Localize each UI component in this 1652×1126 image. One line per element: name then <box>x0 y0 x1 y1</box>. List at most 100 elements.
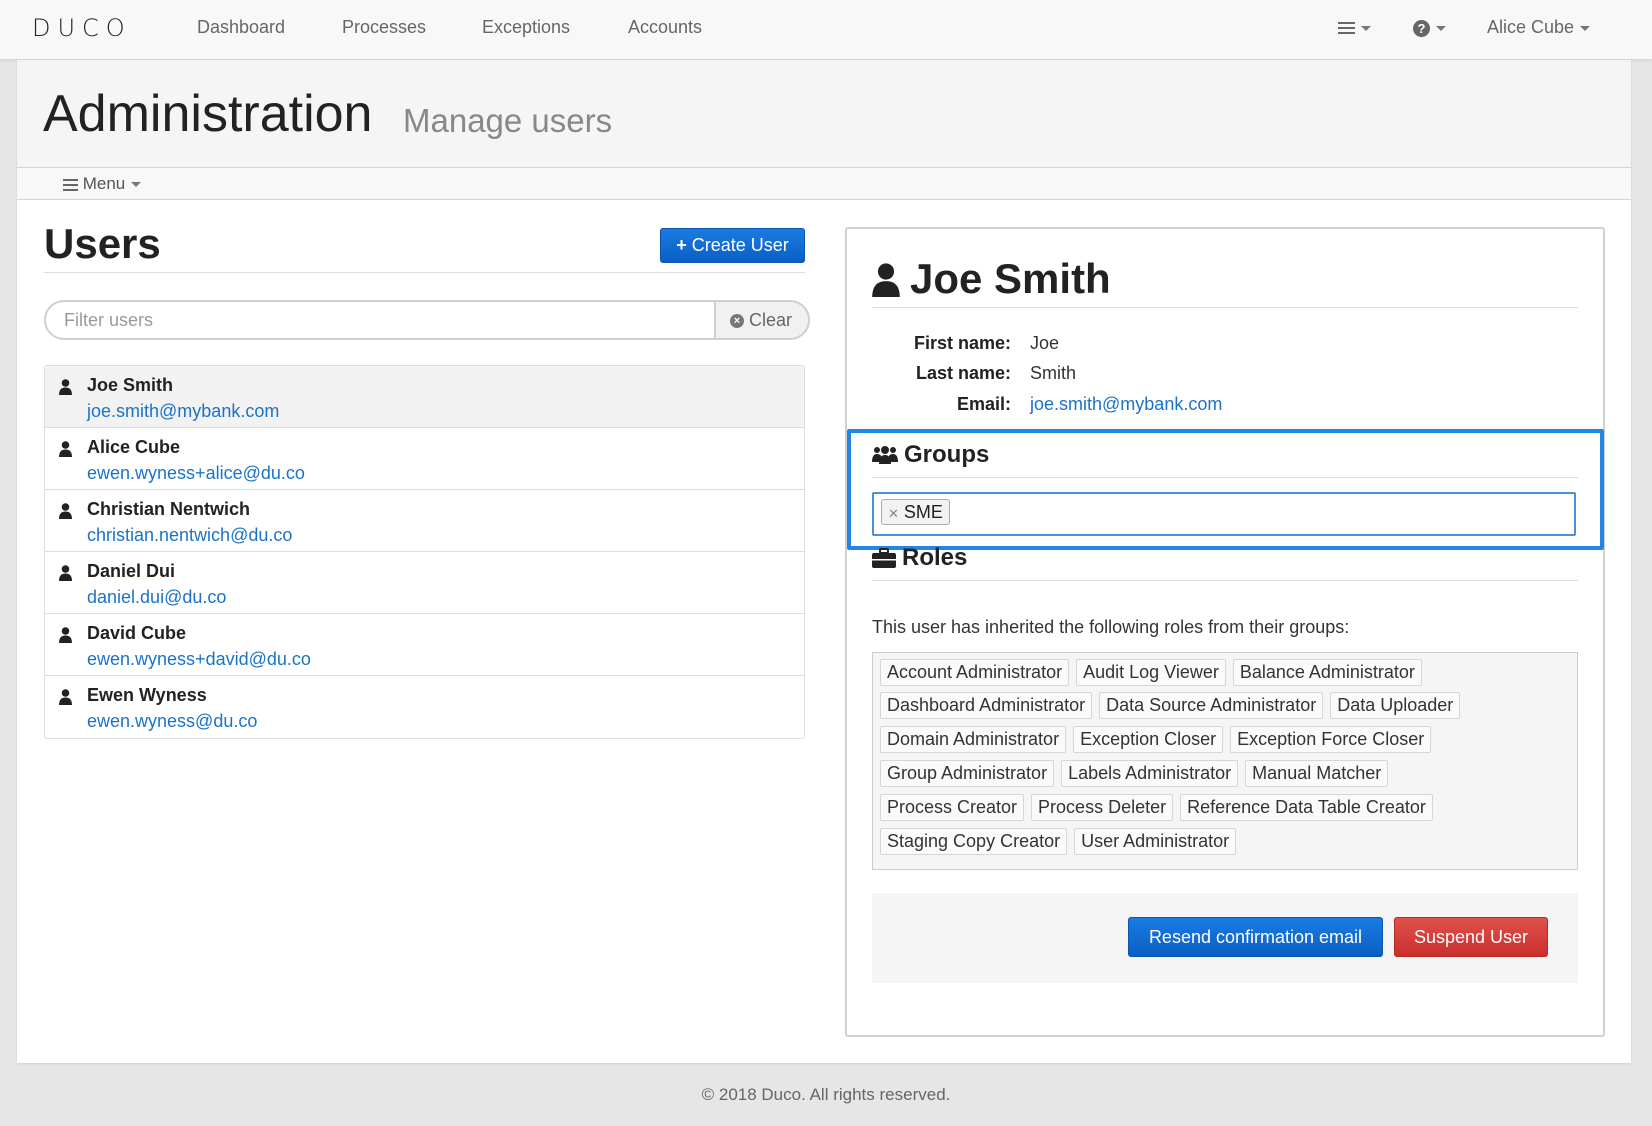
user-icon <box>59 689 72 705</box>
caret-down-icon <box>131 182 142 188</box>
user-detail-panel: Joe Smith First name: Joe Last name: Smi… <box>845 227 1605 1037</box>
caret-down-icon <box>1436 25 1446 31</box>
page-header: Administration Manage users <box>17 60 1631 167</box>
menu-bar: Menu <box>17 167 1631 200</box>
user-list-item[interactable]: Ewen Wyness ewen.wyness@du.co <box>45 676 804 738</box>
last-name-value: Smith <box>1030 363 1077 383</box>
user-list-item[interactable]: Daniel Dui daniel.dui@du.co <box>45 552 804 614</box>
actions-bar: Resend confirmation email Suspend User <box>872 893 1578 983</box>
group-tag: ✕ SME <box>881 499 950 525</box>
groups-section: Groups ✕ SME <box>847 429 1604 550</box>
caret-down-icon <box>1361 25 1371 31</box>
user-icon <box>872 263 900 297</box>
brand-logo[interactable]: DUCO <box>32 14 132 42</box>
filter-users-input[interactable]: Filter users <box>44 300 714 340</box>
hamburger-icon <box>1338 19 1355 37</box>
roles-description: This user has inherited the following ro… <box>872 617 1350 637</box>
role-chip: Labels Administrator <box>1061 760 1239 787</box>
user-icon <box>59 441 72 457</box>
user-list-item[interactable]: Alice Cube ewen.wyness+alice@du.co <box>45 428 804 490</box>
user-email[interactable]: ewen.wyness+alice@du.co <box>87 463 305 484</box>
user-list-item[interactable]: David Cube ewen.wyness+david@du.co <box>45 614 804 676</box>
role-chip: Process Deleter <box>1031 794 1174 821</box>
role-chip: Account Administrator <box>880 659 1070 686</box>
divider <box>872 307 1578 308</box>
user-icon <box>59 565 72 581</box>
menu-dropdown[interactable]: Menu <box>63 174 142 194</box>
user-email[interactable]: joe.smith@mybank.com <box>87 401 279 422</box>
create-user-button[interactable]: + Create User <box>660 228 805 263</box>
user-list: Joe Smith joe.smith@mybank.com Alice Cub… <box>44 365 805 739</box>
resend-confirmation-button[interactable]: Resend confirmation email <box>1128 917 1383 957</box>
role-row: Group Administrator Labels Administrator M… <box>880 760 1395 788</box>
remove-tag-icon[interactable]: ✕ <box>888 506 899 521</box>
user-icon <box>59 627 72 643</box>
role-chip: Data Source Administrator <box>1099 692 1324 719</box>
user-menu-dropdown[interactable]: Alice Cube <box>1487 17 1591 38</box>
menu-label: Menu <box>82 174 126 193</box>
times-circle-icon: × <box>730 314 744 329</box>
nav-processes[interactable]: Processes <box>342 17 426 38</box>
detail-heading: Joe Smith <box>872 255 1111 303</box>
users-icon <box>872 446 898 464</box>
role-row: Staging Copy Creator User Administrator <box>880 828 1243 856</box>
role-chip: Exception Closer <box>1073 726 1224 753</box>
user-name: Alice Cube <box>87 437 181 457</box>
role-row: Dashboard Administrator Data Source Admin… <box>880 692 1467 720</box>
divider <box>872 477 1578 478</box>
role-chip: Staging Copy Creator <box>880 828 1068 855</box>
briefcase-icon <box>872 548 896 568</box>
roles-label: Roles <box>902 544 968 571</box>
create-user-label: Create User <box>691 235 789 255</box>
roles-heading: Roles <box>872 544 967 572</box>
divider <box>44 272 805 273</box>
role-chip: Reference Data Table Creator <box>1180 794 1433 821</box>
user-email[interactable]: daniel.dui@du.co <box>87 587 226 608</box>
users-heading: Users <box>44 220 161 267</box>
user-list-item[interactable]: Joe Smith joe.smith@mybank.com <box>45 366 804 428</box>
role-row: Domain Administrator Exception Closer Exce… <box>880 726 1438 754</box>
user-name: Ewen Wyness <box>87 685 207 705</box>
role-chip: Process Creator <box>880 794 1025 821</box>
plus-icon: + <box>676 235 687 255</box>
user-icon <box>59 503 72 519</box>
user-name: Joe Smith <box>87 375 174 395</box>
page-title: Administration <box>43 85 373 143</box>
question-circle-icon: ? <box>1413 19 1430 37</box>
top-navbar: DUCO Dashboard Processes Exceptions Acco… <box>0 0 1652 60</box>
footer-copyright: © 2018 Duco. All rights reserved. <box>701 1085 951 1104</box>
groups-heading: Groups <box>872 441 989 469</box>
filter-group: Filter users × Clear <box>44 300 810 340</box>
role-chip: Group Administrator <box>880 760 1055 787</box>
group-tag-label: SME <box>903 502 943 522</box>
role-chip: Data Uploader <box>1330 692 1461 719</box>
user-email[interactable]: christian.nentwich@du.co <box>87 525 292 546</box>
user-email[interactable]: ewen.wyness+david@du.co <box>87 649 311 670</box>
role-chip: Manual Matcher <box>1245 760 1389 787</box>
nav-dashboard[interactable]: Dashboard <box>197 17 285 38</box>
user-email[interactable]: ewen.wyness@du.co <box>87 711 257 732</box>
roles-list: Account Administrator Audit Log Viewer Bal… <box>872 652 1578 870</box>
nav-exceptions[interactable]: Exceptions <box>482 17 570 38</box>
detail-user-name: Joe Smith <box>910 255 1111 302</box>
clear-filter-button[interactable]: × Clear <box>714 300 810 340</box>
suspend-user-button[interactable]: Suspend User <box>1394 917 1548 957</box>
email-label: Email: <box>956 394 1011 414</box>
groups-tag-input[interactable]: ✕ SME <box>872 492 1576 536</box>
user-list-item[interactable]: Christian Nentwich christian.nentwich@du… <box>45 490 804 552</box>
first-name-value: Joe <box>1030 333 1060 353</box>
caret-down-icon <box>1580 25 1591 31</box>
divider <box>872 580 1578 581</box>
help-dropdown[interactable]: ? <box>1413 17 1446 38</box>
list-menu-dropdown[interactable] <box>1338 17 1371 38</box>
last-name-label: Last name: <box>915 363 1011 383</box>
email-link[interactable]: joe.smith@mybank.com <box>1030 394 1222 415</box>
user-menu-label: Alice Cube <box>1487 17 1575 37</box>
clear-label: Clear <box>749 310 793 330</box>
role-chip: Dashboard Administrator <box>880 692 1093 719</box>
first-name-label: First name: <box>913 333 1011 353</box>
main-container: Administration Manage users Menu Users +… <box>17 60 1631 1063</box>
hamburger-icon <box>63 176 78 194</box>
role-chip: Audit Log Viewer <box>1076 659 1226 686</box>
nav-accounts[interactable]: Accounts <box>628 17 702 38</box>
